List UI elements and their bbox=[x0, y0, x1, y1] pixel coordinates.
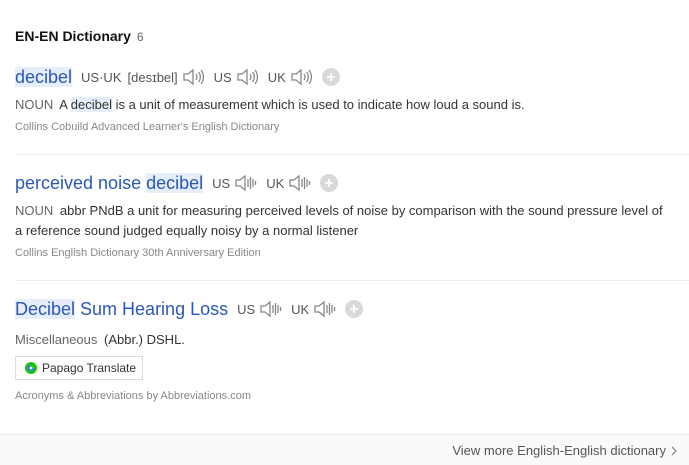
pron-us-label: US bbox=[237, 301, 256, 317]
entry-word-link[interactable]: perceived noise decibel bbox=[15, 172, 204, 194]
divider bbox=[15, 154, 689, 155]
plus-icon bbox=[350, 305, 359, 313]
view-more-label: View more English-English dictionary bbox=[452, 443, 666, 458]
entry-source: Acronyms & Abbreviations by Abbreviation… bbox=[15, 390, 252, 402]
pron-us-label: US bbox=[212, 175, 231, 191]
pronunciation-us-uk[interactable]: US·UK [desɪbel] bbox=[81, 67, 205, 87]
pron-uk-label: UK bbox=[291, 301, 310, 317]
entry-head: perceived noise decibel US UK bbox=[15, 171, 689, 195]
speaker-icon[interactable] bbox=[233, 173, 257, 193]
definition-text: (Abbr.) DSHL. bbox=[104, 332, 185, 347]
entry-decibel: decibel US·UK [desɪbel] US UK NOUN A dec… bbox=[15, 65, 689, 133]
pron-uk-label: UK bbox=[266, 175, 285, 191]
footer: View more English-English dictionary bbox=[0, 434, 689, 465]
entry-word-link[interactable]: decibel bbox=[15, 66, 73, 88]
papago-label: Papago Translate bbox=[42, 361, 137, 375]
entry-decibel-sum-hearing-loss: Decibel Sum Hearing Loss US UK Miscellan… bbox=[15, 297, 689, 350]
phonetic-text: [desɪbel] bbox=[127, 69, 178, 85]
pronunciation-us[interactable]: US bbox=[237, 299, 282, 319]
pronunciation-uk[interactable]: UK bbox=[268, 67, 313, 87]
pron-uk-label: UK bbox=[267, 69, 286, 85]
pronunciation-us[interactable]: US bbox=[212, 173, 257, 193]
divider bbox=[15, 280, 689, 281]
pronunciation-uk[interactable]: UK bbox=[266, 173, 311, 193]
papago-translate-button[interactable]: Papago Translate bbox=[15, 356, 143, 380]
part-of-speech: NOUN bbox=[15, 203, 54, 218]
speaker-icon[interactable] bbox=[287, 173, 311, 193]
definition-text: abbr PNdB a unit for measuring perceived… bbox=[15, 203, 663, 238]
add-to-wordbook-button[interactable] bbox=[320, 174, 339, 192]
pronunciation-us[interactable]: US bbox=[214, 67, 259, 87]
speaker-icon[interactable] bbox=[181, 67, 205, 87]
entry-source: Collins English Dictionary 30th Annivers… bbox=[15, 247, 261, 259]
add-to-wordbook-button[interactable] bbox=[345, 300, 364, 318]
speaker-icon[interactable] bbox=[289, 67, 313, 87]
section-title-text: EN-EN Dictionary bbox=[15, 28, 131, 44]
entry-definition: Miscellaneous (Abbr.) DSHL. bbox=[15, 330, 689, 350]
speaker-icon[interactable] bbox=[258, 299, 282, 319]
entry-head: Decibel Sum Hearing Loss US UK bbox=[15, 297, 689, 321]
plus-icon bbox=[326, 73, 335, 81]
entry-perceived-noise-decibel: perceived noise decibel US UK NOUN abbr … bbox=[15, 171, 689, 259]
add-to-wordbook-button[interactable] bbox=[321, 68, 340, 86]
speaker-icon[interactable] bbox=[235, 67, 259, 87]
entry-word-link[interactable]: Decibel Sum Hearing Loss bbox=[15, 298, 228, 320]
pron-us-label: US bbox=[213, 69, 232, 85]
result-count: 6 bbox=[136, 30, 144, 44]
entry-head: decibel US·UK [desɪbel] US UK bbox=[15, 65, 689, 89]
pronunciation-uk[interactable]: UK bbox=[291, 299, 336, 319]
part-of-speech: Miscellaneous bbox=[15, 332, 98, 347]
view-more-link[interactable]: View more English-English dictionary bbox=[452, 443, 677, 458]
definition-text: A decibel is a unit of measurement which… bbox=[59, 97, 525, 112]
speaker-icon[interactable] bbox=[312, 299, 336, 319]
entry-source: Collins Cobuild Advanced Learner's Engli… bbox=[15, 121, 280, 133]
entry-definition: NOUN A decibel is a unit of measurement … bbox=[15, 95, 689, 115]
section-title: EN-EN Dictionary 6 bbox=[15, 28, 144, 44]
pron-region-label: US·UK bbox=[81, 69, 122, 85]
plus-icon bbox=[325, 179, 334, 187]
entry-definition: NOUN abbr PNdB a unit for measuring perc… bbox=[15, 201, 689, 241]
part-of-speech: NOUN bbox=[15, 97, 54, 112]
papago-logo-icon bbox=[25, 362, 37, 374]
chevron-right-icon bbox=[671, 446, 677, 455]
